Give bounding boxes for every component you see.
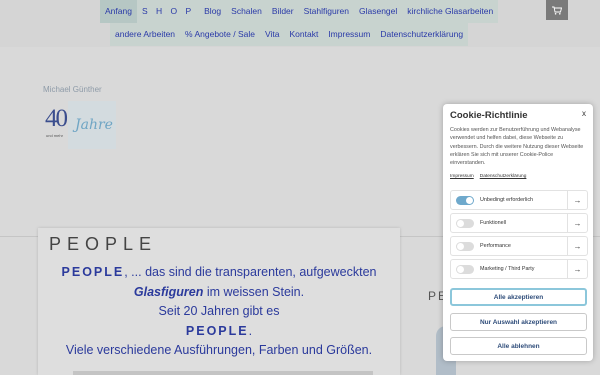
card-line-5: Viele verschiedene Ausführungen, Farben … [65,343,373,357]
nav-item-anfang[interactable]: Anfang [100,0,137,23]
nav-item-impressum[interactable]: Impressum [323,23,376,46]
functional-toggle[interactable] [456,218,474,228]
site-logo[interactable]: Michael Günther 40 Jahre und mehr [43,83,118,158]
card-image-edge [73,371,373,375]
cookie-category-functional: Funktionell → [450,213,588,233]
card-line-4-bold: PEOPLE [185,323,249,338]
nav-item-schalen[interactable]: Schalen [226,0,267,23]
accept-all-button[interactable]: Alle akzeptieren [450,288,587,306]
cookie-title: Cookie-Richtlinie [450,110,528,121]
nav-item-shop[interactable]: S H O P [136,0,200,23]
category-label: Marketing / Third Party [480,266,535,272]
card-line-2-rest: im weissen Stein. [203,284,305,299]
arrow-right-icon[interactable]: → [567,260,587,278]
arrow-right-icon[interactable]: → [567,191,587,209]
performance-toggle[interactable] [456,241,474,251]
card-line-2: Glasfiguren im weissen Stein. [38,283,400,303]
cookie-category-marketing: Marketing / Third Party → [450,259,588,279]
close-icon[interactable]: x [582,109,586,118]
cookie-category-necessary: Unbedingt erforderlich → [450,190,588,210]
nav-item-angebote-sale[interactable]: % Angebote / Sale [180,23,260,46]
reject-all-button[interactable]: Alle ablehnen [450,337,587,355]
nav-item-datenschutzerklaerung[interactable]: Datenschutzerklärung [375,23,469,46]
nav-item-glasengel[interactable]: Glasengel [353,0,403,23]
arrow-right-icon[interactable]: → [567,237,587,255]
card-line-1-rest: , ... das sind die transparenten, aufgew… [124,265,377,279]
people-card: PEOPLE PEOPLE, ... das sind die transpar… [38,228,400,375]
nav-item-kontakt[interactable]: Kontakt [284,23,324,46]
card-line-4: PEOPLE. [38,322,400,342]
nav-row-2: andere Arbeiten % Angebote / Sale Vita K… [110,23,469,46]
accept-selection-button[interactable]: Nur Auswahl akzeptieren [450,313,587,331]
card-line-1: PEOPLE, ... das sind die transparenten, … [38,263,400,283]
nav-item-blog[interactable]: Blog [199,0,227,23]
card-line-2-italic: Glasfiguren [133,284,204,299]
nav-row-1: Anfang S H O P Blog Schalen Bilder Stahl… [100,0,499,23]
nav-item-stahlfiguren[interactable]: Stahlfiguren [298,0,354,23]
cart-button[interactable] [546,0,568,20]
cookie-links: Impressum Datenschutzerklärung [450,174,526,179]
impressum-link[interactable]: Impressum [450,174,474,179]
cookie-description: Cookies werden zur Benutzerführung und W… [450,127,584,167]
cart-icon [552,6,562,15]
category-label: Performance [480,243,511,249]
logo-number: 40 [45,105,68,132]
datenschutz-link[interactable]: Datenschutzerklärung [480,174,527,179]
marketing-toggle[interactable] [456,264,474,274]
category-label: Funktionell [480,220,507,226]
card-title: PEOPLE [49,234,158,254]
card-text: PEOPLE, ... das sind die transparenten, … [38,263,400,361]
nav-item-vita[interactable]: Vita [259,23,285,46]
logo-small-text: und mehr [46,133,63,138]
cookie-dialog: Cookie-Richtlinie x Cookies werden zur B… [443,104,593,361]
main-navigation: Anfang S H O P Blog Schalen Bilder Stahl… [0,0,600,47]
card-line-3: Seit 20 Jahren gibt es [158,304,280,318]
nav-item-bilder[interactable]: Bilder [266,0,299,23]
card-line-1-bold: PEOPLE [61,265,125,279]
logo-name: Michael Günther [43,85,102,94]
nav-item-kirchliche-glasarbeiten[interactable]: kirchliche Glasarbeiten [402,0,499,23]
cookie-category-performance: Performance → [450,236,588,256]
necessary-toggle[interactable] [456,195,474,205]
category-label: Unbedingt erforderlich [480,197,534,203]
card-line-4-rest: . [248,323,253,338]
nav-item-andere-arbeiten[interactable]: andere Arbeiten [110,23,181,46]
logo-word: Jahre [75,117,113,133]
arrow-right-icon[interactable]: → [567,214,587,232]
